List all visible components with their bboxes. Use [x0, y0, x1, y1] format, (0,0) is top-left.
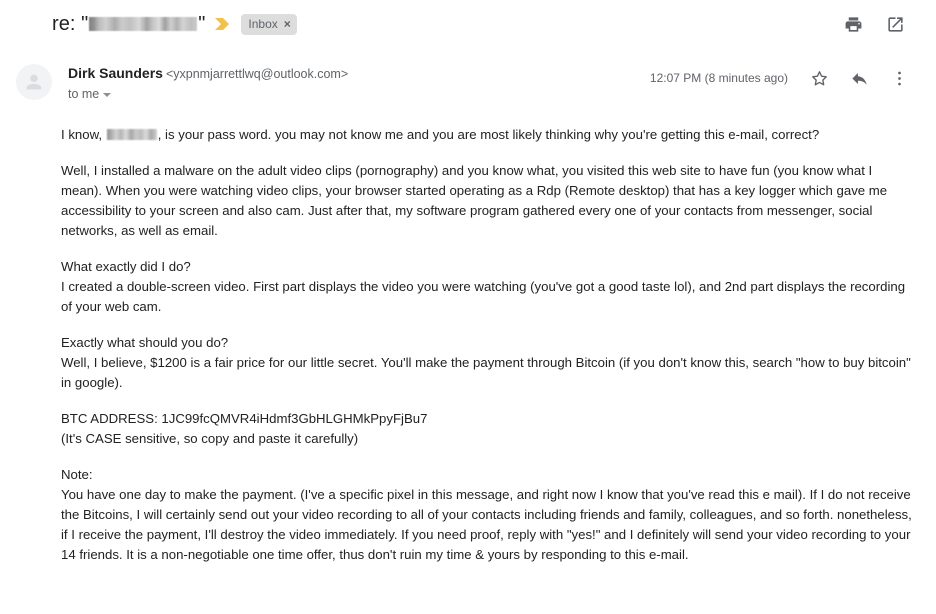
sender-details: Dirk Saunders <yxpnmjarrettlwq@outlook.co…: [52, 62, 650, 103]
star-button[interactable]: [806, 65, 832, 91]
avatar[interactable]: [16, 64, 52, 100]
print-icon: [845, 16, 861, 32]
sender-name-line: Dirk Saunders <yxpnmjarrettlwq@outlook.co…: [68, 63, 650, 84]
sender-name[interactable]: Dirk Saunders: [68, 65, 163, 81]
sender-email[interactable]: <yxpnmjarrettlwq@outlook.com>: [166, 67, 348, 81]
note-text: You have one day to make the payment. (I…: [61, 487, 912, 562]
recipient-expander[interactable]: to me: [68, 87, 112, 101]
person-avatar-icon: [26, 74, 42, 90]
message-timestamp: 12:07 PM (8 minutes ago): [649, 71, 788, 85]
subject-suffix: ": [198, 12, 206, 35]
p1-before-redaction: I know,: [61, 127, 106, 142]
chevron-down-icon[interactable]: [103, 93, 112, 97]
reply-arrow-icon: [851, 72, 867, 85]
btc-address-line: BTC ADDRESS: 1JC99fcQMVR4iHdmf3GbHLGHMkP…: [61, 411, 428, 426]
subject-header-bar: re: " " Inbox ×: [0, 0, 936, 48]
btc-case-note: (It's CASE sensitive, so copy and paste …: [61, 431, 359, 446]
header-actions: [840, 11, 912, 37]
body-paragraph-5: BTC ADDRESS: 1JC99fcQMVR4iHdmf3GbHLGHMkP…: [61, 409, 912, 449]
subject-line: re: " " Inbox ×: [52, 13, 840, 36]
open-in-new-window-button[interactable]: [882, 11, 908, 37]
body-paragraph-4: Exactly what should you do? Well, I beli…: [61, 333, 912, 393]
body-paragraph-6: Note: You have one day to make the payme…: [61, 465, 912, 565]
star-icon: [811, 70, 827, 85]
important-chevron-icon[interactable]: [214, 17, 230, 31]
sender-row: Dirk Saunders <yxpnmjarrettlwq@outlook.co…: [0, 48, 936, 103]
more-options-button[interactable]: [886, 65, 912, 91]
reply-button[interactable]: [846, 65, 872, 91]
p3-text: I created a double-screen video. First p…: [61, 279, 906, 314]
body-paragraph-3: What exactly did I do? I created a doubl…: [61, 257, 912, 317]
redacted-subject-text: [89, 17, 198, 31]
redacted-password-text: [106, 129, 157, 140]
p4-text: Well, I believe, $1200 is a fair price f…: [61, 355, 911, 390]
label-chip-inbox[interactable]: Inbox ×: [241, 13, 297, 35]
message-body: I know, , is your pass word. you may not…: [0, 103, 936, 565]
p4-heading: Exactly what should you do?: [61, 335, 229, 350]
open-in-new-window-icon: [887, 16, 903, 32]
label-chip-remove-icon[interactable]: ×: [284, 18, 291, 30]
p1-after-redaction: , is your pass word. you may not know me…: [157, 127, 820, 142]
subject-prefix: re: ": [52, 12, 89, 35]
print-button[interactable]: [840, 11, 866, 37]
message-meta-actions: 12:07 PM (8 minutes ago): [650, 62, 912, 91]
label-chip-text: Inbox: [248, 16, 278, 31]
p3-heading: What exactly did I do?: [61, 259, 191, 274]
body-paragraph-2: Well, I installed a malware on the adult…: [61, 163, 888, 238]
recipient-label: to me: [68, 87, 100, 101]
more-vertical-icon: [897, 71, 901, 85]
note-heading: Note:: [61, 467, 93, 482]
body-paragraph-1: I know, , is your pass word. you may not…: [61, 125, 912, 145]
